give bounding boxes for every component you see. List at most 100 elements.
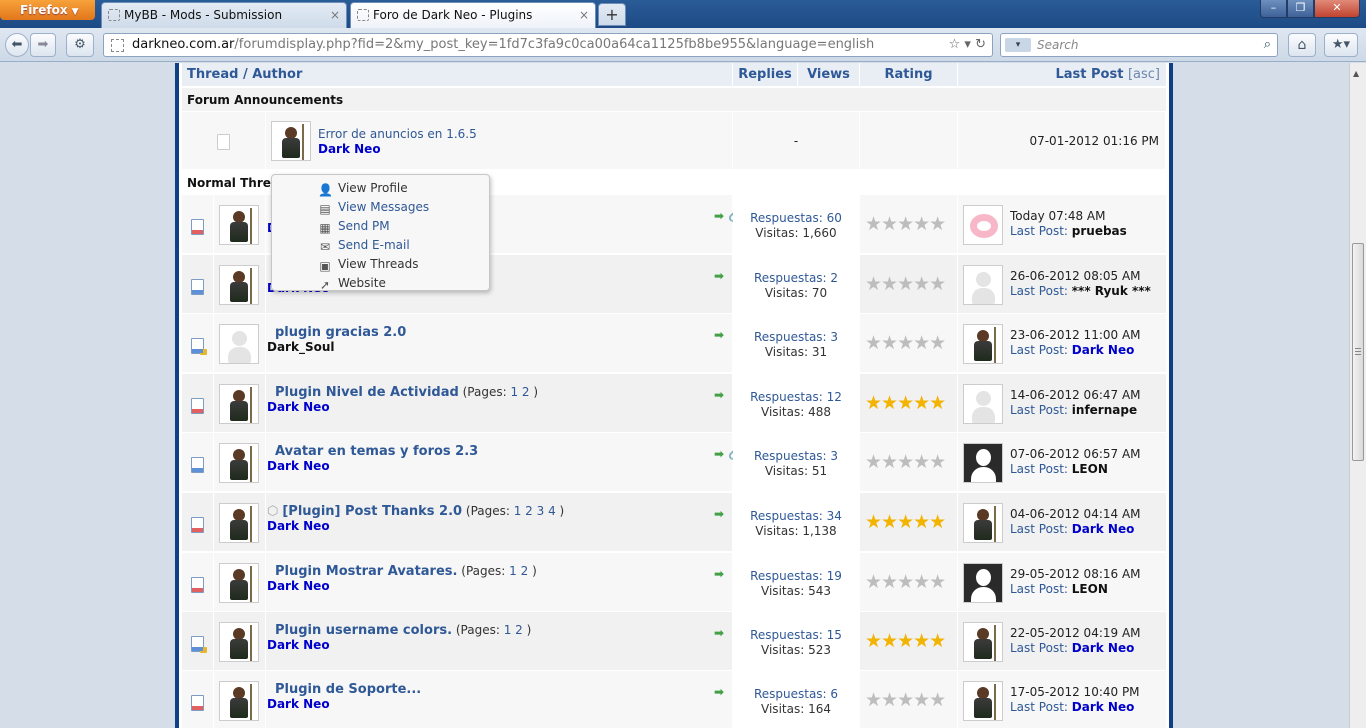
column-views[interactable]: Views bbox=[798, 63, 860, 87]
close-tab-icon[interactable]: × bbox=[330, 3, 340, 27]
search-input[interactable]: ▾ Search ⌕ bbox=[1000, 33, 1278, 57]
search-icon[interactable]: ⌕ bbox=[1264, 34, 1271, 56]
column-rating[interactable]: Rating bbox=[860, 63, 958, 87]
close-tab-icon[interactable]: × bbox=[579, 3, 589, 27]
goto-last-post-icon[interactable]: ➡ bbox=[714, 269, 724, 283]
close-window-button[interactable]: ✕ bbox=[1314, 0, 1360, 18]
column-replies[interactable]: Replies bbox=[733, 63, 798, 87]
avatar[interactable] bbox=[219, 502, 259, 543]
announcement-author[interactable]: Dark Neo bbox=[318, 142, 381, 156]
last-post-label[interactable]: Last Post: bbox=[1010, 700, 1072, 714]
thread-author[interactable]: Dark Neo bbox=[267, 697, 330, 711]
search-engine-icon[interactable]: ▾ bbox=[1005, 38, 1031, 52]
rating-stars[interactable]: ★★★★★ bbox=[865, 452, 946, 472]
popup-item-send-pm[interactable]: ▦ Send PM bbox=[272, 217, 489, 236]
thread-replies[interactable]: Respuestas: 60 bbox=[733, 211, 859, 226]
page-links[interactable]: 1 2 3 4 bbox=[514, 504, 556, 518]
goto-last-post-icon[interactable]: ➡ bbox=[714, 685, 724, 699]
last-post-label[interactable]: Last Post: bbox=[1010, 403, 1072, 417]
avatar[interactable] bbox=[219, 680, 259, 721]
popup-item-view-messages[interactable]: ▤ View Messages bbox=[272, 198, 489, 217]
thread-author[interactable]: Dark Neo bbox=[267, 579, 330, 593]
goto-last-post-icon[interactable]: ➡ bbox=[714, 626, 724, 640]
last-poster-avatar[interactable] bbox=[963, 383, 1003, 424]
last-post-user[interactable]: LEON bbox=[1072, 582, 1108, 596]
thread-author[interactable]: Dark Neo bbox=[267, 638, 330, 652]
thread-title[interactable]: Plugin de Soporte... bbox=[275, 682, 421, 697]
announcement-title[interactable]: Error de anuncios en 1.6.5 bbox=[318, 127, 477, 141]
last-post-label[interactable]: Last Post: bbox=[1010, 582, 1072, 596]
last-post-user[interactable]: LEON bbox=[1072, 462, 1108, 476]
rating-stars[interactable]: ★★★★★ bbox=[865, 572, 946, 592]
thread-replies[interactable]: Respuestas: 12 bbox=[733, 390, 859, 405]
last-post-user[interactable]: pruebas bbox=[1072, 224, 1127, 238]
site-identity-icon[interactable] bbox=[111, 39, 124, 52]
last-poster-avatar[interactable] bbox=[963, 562, 1003, 603]
last-post-user[interactable]: Dark Neo bbox=[1072, 522, 1135, 536]
tab-mybb-mods[interactable]: MyBB - Mods - Submission × bbox=[101, 2, 347, 28]
goto-last-post-icon[interactable]: ➡ bbox=[714, 209, 724, 223]
popup-item-view-profile[interactable]: 👤 View Profile bbox=[272, 179, 489, 198]
thread-title[interactable]: [Plugin] Post Thanks 2.0 bbox=[282, 504, 462, 519]
column-thread-author[interactable]: Thread / Author bbox=[182, 63, 733, 87]
rating-stars[interactable]: ★★★★★ bbox=[865, 274, 946, 294]
thread-replies[interactable]: Respuestas: 3 bbox=[733, 330, 859, 345]
reload-icon[interactable]: ↻ bbox=[975, 37, 986, 52]
thread-author[interactable]: Dark Neo bbox=[267, 400, 330, 414]
thread-title[interactable]: Plugin Mostrar Avatares. bbox=[275, 564, 457, 579]
popup-item-send-e-mail[interactable]: ✉ Send E-mail bbox=[272, 236, 489, 255]
thread-title[interactable]: plugin gracias 2.0 bbox=[275, 325, 406, 340]
last-post-label[interactable]: Last Post: bbox=[1010, 641, 1072, 655]
tab-foro-dark-neo[interactable]: Foro de Dark Neo - Plugins × bbox=[350, 2, 596, 28]
last-poster-avatar[interactable] bbox=[963, 442, 1003, 483]
url-bar[interactable]: darkneo.com.ar/forumdisplay.php?fid=2&my… bbox=[103, 33, 993, 57]
popup-item-view-threads[interactable]: ▣ View Threads bbox=[272, 255, 489, 274]
minimize-button[interactable]: – bbox=[1260, 0, 1287, 18]
last-poster-avatar[interactable] bbox=[963, 502, 1003, 543]
last-post-user[interactable]: Dark Neo bbox=[1072, 700, 1135, 714]
avatar[interactable] bbox=[219, 204, 259, 245]
history-button[interactable]: ⚙ bbox=[66, 33, 94, 57]
avatar[interactable] bbox=[219, 442, 259, 483]
last-post-header-label[interactable]: Last Post bbox=[1055, 67, 1123, 82]
thread-replies[interactable]: Respuestas: 15 bbox=[733, 628, 859, 643]
last-post-label[interactable]: Last Post: bbox=[1010, 224, 1072, 238]
avatar[interactable] bbox=[219, 562, 259, 603]
thread-title[interactable]: Plugin username colors. bbox=[275, 623, 452, 638]
goto-last-post-icon[interactable]: ➡ bbox=[714, 388, 724, 402]
thread-title[interactable]: Plugin Nivel de Actividad bbox=[275, 385, 459, 400]
thread-author[interactable]: Dark Neo bbox=[267, 519, 330, 533]
thread-author[interactable]: Dark_Soul bbox=[267, 340, 335, 354]
last-poster-avatar[interactable] bbox=[963, 264, 1003, 305]
maximize-button[interactable]: ❐ bbox=[1287, 0, 1314, 18]
goto-last-post-icon[interactable]: ➡ bbox=[714, 447, 724, 461]
last-post-label[interactable]: Last Post: bbox=[1010, 522, 1072, 536]
last-post-user[interactable]: infernape bbox=[1072, 403, 1137, 417]
dropdown-icon[interactable]: ▾ bbox=[964, 37, 971, 52]
scrollbar-thumb[interactable] bbox=[1352, 243, 1364, 461]
page-scrollbar[interactable]: ▲ bbox=[1349, 63, 1366, 728]
rating-stars[interactable]: ★★★★★ bbox=[865, 631, 946, 651]
avatar[interactable] bbox=[219, 383, 259, 424]
goto-last-post-icon[interactable]: ➡ bbox=[714, 328, 724, 342]
bookmark-star-icon[interactable]: ☆ bbox=[949, 37, 961, 52]
last-post-label[interactable]: Last Post: bbox=[1010, 462, 1072, 476]
thread-replies[interactable]: Respuestas: 34 bbox=[733, 509, 859, 524]
bookmarks-menu-button[interactable]: ★▾ bbox=[1324, 33, 1358, 57]
last-post-user[interactable]: *** Ryuk *** bbox=[1072, 284, 1151, 298]
avatar[interactable] bbox=[219, 323, 259, 364]
rating-stars[interactable]: ★★★★★ bbox=[865, 333, 946, 353]
thread-replies[interactable]: Respuestas: 2 bbox=[733, 271, 859, 286]
avatar[interactable] bbox=[219, 264, 259, 305]
thread-replies[interactable]: Respuestas: 6 bbox=[733, 687, 859, 702]
avatar[interactable] bbox=[219, 621, 259, 662]
last-poster-avatar[interactable] bbox=[963, 204, 1003, 245]
last-poster-avatar[interactable] bbox=[963, 323, 1003, 364]
thread-replies[interactable]: Respuestas: 3 bbox=[733, 449, 859, 464]
rating-stars[interactable]: ★★★★★ bbox=[865, 214, 946, 234]
page-links[interactable]: 1 2 bbox=[510, 385, 529, 399]
scroll-up-icon[interactable]: ▲ bbox=[1353, 69, 1359, 78]
back-button[interactable]: ⬅ bbox=[5, 33, 29, 57]
last-post-user[interactable]: Dark Neo bbox=[1072, 343, 1135, 357]
last-post-label[interactable]: Last Post: bbox=[1010, 284, 1072, 298]
